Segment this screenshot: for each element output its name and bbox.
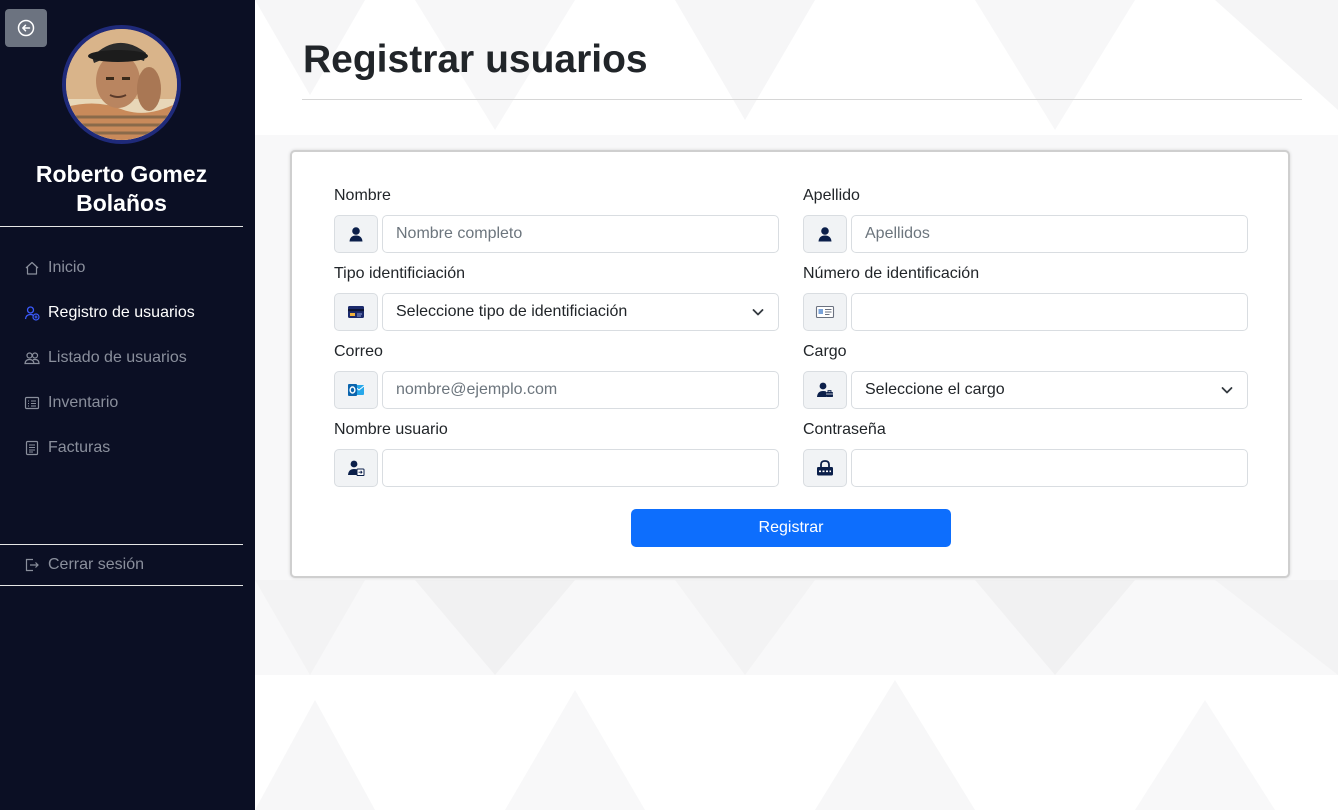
main-content: Registrar usuarios Nombre Apellido <box>255 0 1338 810</box>
cargo-selected: Seleccione el cargo <box>865 381 1005 398</box>
sidebar-item-facturas[interactable]: Facturas <box>0 425 243 470</box>
person-icon <box>803 215 847 253</box>
correo-label: Correo <box>334 343 383 360</box>
users-icon <box>24 350 40 366</box>
apellido-label: Apellido <box>803 187 860 204</box>
cargo-select[interactable]: Seleccione el cargo <box>851 371 1248 409</box>
sidebar-item-label: Inicio <box>48 258 86 276</box>
user-add-icon <box>24 305 40 321</box>
sidebar-nav: Inicio Registro de usuarios Listado de u… <box>0 245 243 470</box>
user-briefcase-icon <box>803 371 847 409</box>
back-button[interactable] <box>5 9 47 47</box>
divider <box>0 585 243 586</box>
cargo-label: Cargo <box>803 343 847 360</box>
sidebar-item-inventario[interactable]: Inventario <box>0 380 243 425</box>
sidebar-item-label: Listado de usuarios <box>48 348 187 366</box>
nombre-input[interactable] <box>382 215 779 253</box>
contrasena-field: Contraseña <box>803 420 1248 487</box>
register-form: Nombre Apellido Tipo identificiación <box>290 150 1290 578</box>
tipo-id-selected: Seleccione tipo de identificiación <box>396 303 628 320</box>
outlook-icon <box>334 371 378 409</box>
title-divider <box>302 99 1302 100</box>
usuario-field: Nombre usuario <box>334 420 779 487</box>
tipo-id-label: Tipo identificiación <box>334 265 466 282</box>
tipo-id-field: Tipo identificiación Seleccione tipo de … <box>334 264 779 331</box>
sidebar-item-registro[interactable]: Registro de usuarios <box>0 290 243 335</box>
id-badge-icon <box>803 293 847 331</box>
user-login-icon <box>334 449 378 487</box>
arrow-left-circle-icon <box>17 19 35 37</box>
sidebar-item-listado[interactable]: Listado de usuarios <box>0 335 243 380</box>
numero-id-label: Número de identificación <box>803 265 980 282</box>
sidebar-item-label: Facturas <box>48 438 111 456</box>
logout-button[interactable]: Cerrar sesión <box>0 545 243 585</box>
apellido-field: Apellido <box>803 186 1248 253</box>
tipo-id-select[interactable]: Seleccione tipo de identificiación <box>382 293 779 331</box>
sidebar-item-inicio[interactable]: Inicio <box>0 245 243 290</box>
id-card-icon <box>334 293 378 331</box>
usuario-label: Nombre usuario <box>334 421 448 438</box>
user-photo <box>66 29 177 140</box>
nombre-label: Nombre <box>334 187 391 204</box>
person-icon <box>334 215 378 253</box>
page-title: Registrar usuarios <box>303 38 648 81</box>
chevron-down-icon <box>752 309 764 316</box>
home-icon <box>24 260 40 276</box>
nombre-field: Nombre <box>334 186 779 253</box>
correo-field: Correo <box>334 342 779 409</box>
apellido-input[interactable] <box>851 215 1248 253</box>
sidebar-item-label: Registro de usuarios <box>48 303 195 321</box>
sidebar-item-label: Inventario <box>48 393 119 411</box>
receipt-icon <box>24 440 40 456</box>
usuario-input[interactable] <box>382 449 779 487</box>
correo-input[interactable] <box>382 371 779 409</box>
contrasena-input[interactable] <box>851 449 1248 487</box>
numero-id-field: Número de identificación <box>803 264 1248 331</box>
lock-password-icon <box>803 449 847 487</box>
list-icon <box>24 395 40 411</box>
contrasena-label: Contraseña <box>803 421 886 438</box>
chevron-down-icon <box>1221 387 1233 394</box>
avatar <box>62 25 181 144</box>
cargo-field: Cargo Seleccione el cargo <box>803 342 1248 409</box>
logout-icon <box>24 557 40 573</box>
divider <box>0 226 243 227</box>
sidebar: Roberto Gomez Bolaños Inicio Registro de… <box>0 0 255 810</box>
numero-id-input[interactable] <box>851 293 1248 331</box>
logout-label: Cerrar sesión <box>48 556 145 573</box>
registrar-button[interactable]: Registrar <box>631 509 951 547</box>
user-name: Roberto Gomez Bolaños <box>35 161 208 216</box>
